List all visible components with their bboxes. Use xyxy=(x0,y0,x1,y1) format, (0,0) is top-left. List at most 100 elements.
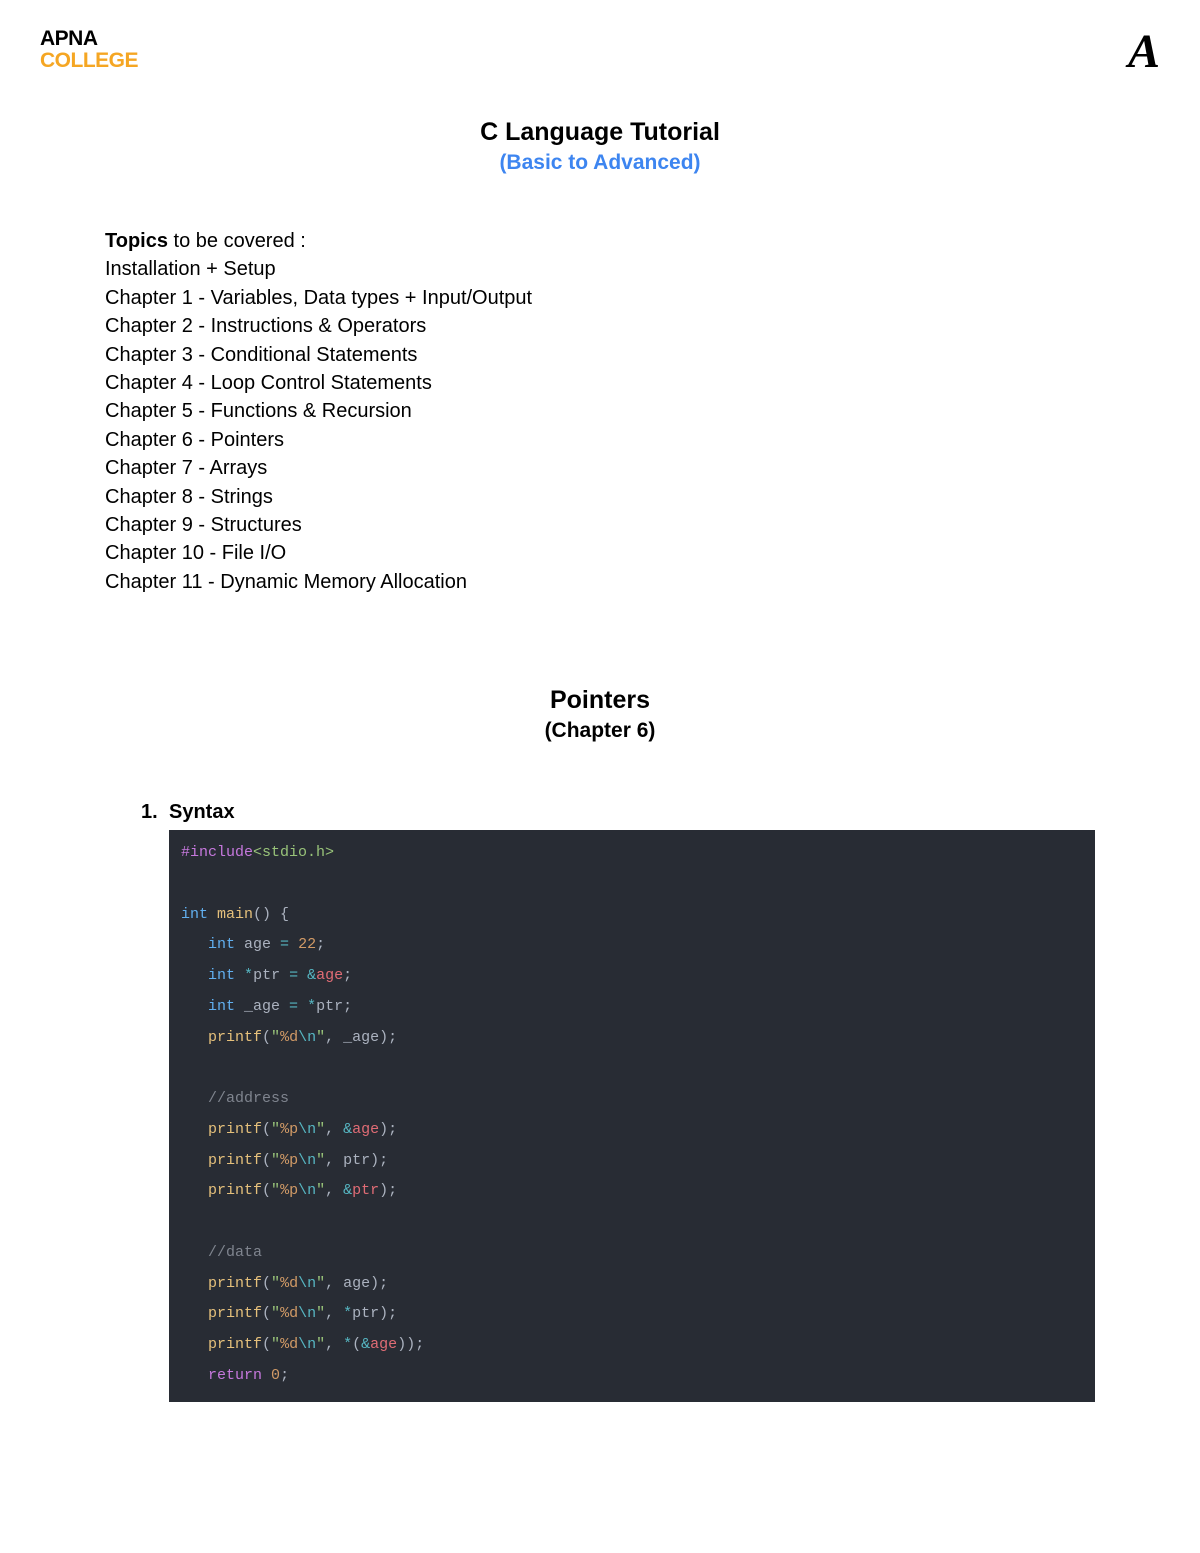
code-token: , ptr); xyxy=(325,1152,388,1169)
code-token: ; xyxy=(343,967,352,984)
code-token: & xyxy=(343,1121,352,1138)
code-token: %d xyxy=(280,1336,298,1353)
chapter-title: Pointers xyxy=(105,686,1095,715)
code-token: ( xyxy=(262,1029,271,1046)
code-token xyxy=(298,998,307,1015)
code-token: _age xyxy=(235,998,289,1015)
code-token: ; xyxy=(343,998,352,1015)
code-token: %d xyxy=(280,1275,298,1292)
code-token: %d xyxy=(280,1305,298,1322)
code-token: " xyxy=(316,1336,325,1353)
code-token: ); xyxy=(379,1182,397,1199)
chapter-subtitle: (Chapter 6) xyxy=(105,719,1095,743)
code-token: \n xyxy=(298,1121,316,1138)
code-line: printf("%p\n", &ptr); xyxy=(181,1176,1083,1207)
code-token xyxy=(208,906,217,923)
code-token xyxy=(181,1367,208,1384)
code-token: 22 xyxy=(298,936,316,953)
logo-line2: COLLEGE xyxy=(40,50,138,72)
code-token: = xyxy=(289,967,298,984)
code-token: , xyxy=(325,1305,343,1322)
code-line xyxy=(181,869,1083,900)
topics-items-container: Installation + SetupChapter 1 - Variable… xyxy=(105,255,1095,596)
code-token: * xyxy=(343,1305,352,1322)
code-token: ; xyxy=(280,1367,289,1384)
code-token: \n xyxy=(298,1336,316,1353)
page-header: APNA COLLEGE A xyxy=(40,28,1160,76)
code-token: , xyxy=(325,1336,343,1353)
topics-item: Chapter 7 - Arrays xyxy=(105,454,1095,482)
code-token: ptr xyxy=(352,1182,379,1199)
code-line: #include<stdio.h> xyxy=(181,838,1083,869)
topics-label-suffix: to be covered : xyxy=(168,230,306,252)
code-token xyxy=(181,998,208,1015)
code-token: " xyxy=(271,1152,280,1169)
code-token: int xyxy=(208,936,235,953)
chapter-heading-block: Pointers (Chapter 6) xyxy=(105,686,1095,743)
code-token xyxy=(181,1275,208,1292)
code-token: ( xyxy=(262,1182,271,1199)
code-token: age xyxy=(352,1121,379,1138)
code-token: () { xyxy=(253,906,289,923)
code-token: int xyxy=(181,906,208,923)
code-token: " xyxy=(271,1336,280,1353)
code-token xyxy=(181,1121,208,1138)
code-token: = xyxy=(289,998,298,1015)
code-token: printf xyxy=(208,1029,262,1046)
code-token: ( xyxy=(262,1121,271,1138)
topics-item: Chapter 4 - Loop Control Statements xyxy=(105,369,1095,397)
subtitle: (Basic to Advanced) xyxy=(105,151,1095,175)
topics-item: Chapter 9 - Structures xyxy=(105,511,1095,539)
code-token: & xyxy=(343,1182,352,1199)
code-line: printf("%d\n", age); xyxy=(181,1269,1083,1300)
code-token: ptr xyxy=(316,998,343,1015)
page-content: C Language Tutorial (Basic to Advanced) … xyxy=(105,118,1095,1402)
logo-apna-college: APNA COLLEGE xyxy=(40,28,138,72)
code-token xyxy=(289,936,298,953)
code-token: ( xyxy=(352,1336,361,1353)
topics-list: Topics to be covered : Installation + Se… xyxy=(105,227,1095,596)
code-block: #include<stdio.h> int main() { int age =… xyxy=(169,830,1095,1402)
code-token: int xyxy=(208,998,235,1015)
code-token: " xyxy=(271,1305,280,1322)
code-line: int main() { xyxy=(181,900,1083,931)
code-token: " xyxy=(316,1275,325,1292)
code-token: , age); xyxy=(325,1275,388,1292)
code-token xyxy=(181,1152,208,1169)
code-token: ptr xyxy=(253,967,289,984)
code-token: ( xyxy=(262,1336,271,1353)
code-token: age xyxy=(235,936,280,953)
code-line: //address xyxy=(181,1084,1083,1115)
code-token xyxy=(235,967,244,984)
topics-item: Chapter 6 - Pointers xyxy=(105,426,1095,454)
code-token: " xyxy=(316,1305,325,1322)
code-token: \n xyxy=(298,1305,316,1322)
code-token: age xyxy=(370,1336,397,1353)
code-line: int age = 22; xyxy=(181,930,1083,961)
code-token xyxy=(181,1336,208,1353)
code-token: \n xyxy=(298,1029,316,1046)
code-token: " xyxy=(271,1182,280,1199)
code-token xyxy=(298,967,307,984)
section-heading-text: Syntax xyxy=(169,801,235,823)
code-token xyxy=(181,936,208,953)
code-token: main xyxy=(217,906,253,923)
code-token: age xyxy=(316,967,343,984)
code-token xyxy=(181,1090,208,1107)
code-token: //address xyxy=(208,1090,289,1107)
code-token: = xyxy=(280,936,289,953)
code-token: printf xyxy=(208,1121,262,1138)
code-line: return 0; xyxy=(181,1361,1083,1392)
code-token: ( xyxy=(262,1152,271,1169)
title-block: C Language Tutorial (Basic to Advanced) xyxy=(105,118,1095,175)
code-token: ; xyxy=(316,936,325,953)
code-token: * xyxy=(343,1336,352,1353)
code-token: " xyxy=(271,1029,280,1046)
code-token: ptr); xyxy=(352,1305,397,1322)
code-token xyxy=(181,967,208,984)
code-token: , _age); xyxy=(325,1029,397,1046)
code-token xyxy=(181,1029,208,1046)
code-token: printf xyxy=(208,1275,262,1292)
topics-item: Chapter 5 - Functions & Recursion xyxy=(105,397,1095,425)
code-line: printf("%d\n", *ptr); xyxy=(181,1299,1083,1330)
